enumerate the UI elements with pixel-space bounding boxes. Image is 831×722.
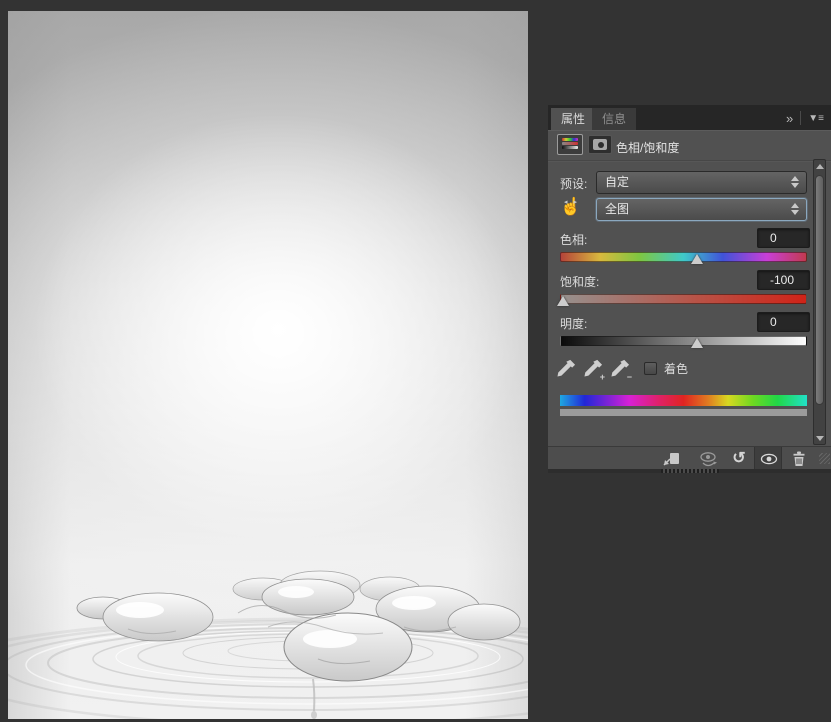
- lightness-value-box[interactable]: 0: [757, 312, 810, 332]
- preset-dropdown[interactable]: 自定: [596, 171, 807, 194]
- colorize-checkbox[interactable]: [644, 362, 657, 375]
- hue-saturation-panel-body: 色相/饱和度 预设: 自定 ◂▸☝ 全图 色相: 0 饱和度: -100: [548, 130, 831, 472]
- hue-slider-track[interactable]: [560, 252, 807, 262]
- properties-panel: 属性 信息 » ▼≡ 色相/饱和度 预设: 自定 ◂▸☝ 全图: [548, 105, 831, 472]
- scroll-up-icon[interactable]: [814, 160, 825, 172]
- preset-value: 自定: [605, 175, 629, 189]
- channel-value: 全图: [605, 202, 629, 216]
- panel-tab-bar: 属性 信息 » ▼≡: [548, 105, 831, 130]
- hue-slider-thumb[interactable]: [691, 254, 703, 264]
- panel-bottom-edge: [548, 469, 831, 473]
- lightness-label: 明度:: [560, 315, 587, 332]
- eyedropper-add-icon[interactable]: +: [581, 357, 605, 381]
- panel-title: 色相/饱和度: [616, 139, 679, 156]
- collapse-panels-icon[interactable]: »: [780, 111, 797, 126]
- lightness-slider-track[interactable]: [560, 336, 807, 346]
- water-splash-image: [8, 11, 528, 719]
- tab-properties[interactable]: 属性: [551, 108, 595, 130]
- channel-dropdown[interactable]: 全图: [596, 198, 807, 221]
- tab-info[interactable]: 信息: [592, 108, 636, 130]
- preset-label: 预设:: [560, 175, 587, 192]
- panel-toolbar: ↺: [548, 446, 831, 469]
- divider: [800, 111, 801, 125]
- saturation-value-box[interactable]: -100: [757, 270, 810, 290]
- adjusted-spectrum-bar: [560, 409, 807, 416]
- hue-saturation-adjustment-icon: [557, 134, 583, 155]
- panel-resize-grip[interactable]: [819, 453, 830, 464]
- reset-icon[interactable]: ↺: [728, 449, 750, 468]
- clip-to-layer-icon[interactable]: [660, 449, 682, 468]
- divider: [548, 160, 831, 162]
- panel-drag-handle[interactable]: [661, 469, 719, 473]
- dropdown-arrows-icon: [791, 203, 799, 215]
- delete-icon[interactable]: [788, 449, 810, 468]
- saturation-slider-thumb[interactable]: [557, 296, 569, 306]
- saturation-slider-track[interactable]: [560, 294, 807, 304]
- toggle-visibility-button[interactable]: [754, 447, 782, 470]
- colorize-label: 着色: [664, 360, 688, 377]
- panel-menu-icon[interactable]: ▼≡: [804, 113, 828, 124]
- hue-spectrum-bar: [560, 395, 807, 406]
- saturation-label: 饱和度:: [560, 273, 599, 290]
- eyedropper-icon[interactable]: [554, 357, 578, 381]
- hue-value-box[interactable]: 0: [757, 228, 810, 248]
- eyedropper-subtract-icon[interactable]: −: [608, 357, 632, 381]
- document-canvas[interactable]: [8, 11, 528, 719]
- panel-scrollbar[interactable]: [813, 159, 826, 445]
- scroll-down-icon[interactable]: [814, 432, 825, 444]
- layer-mask-icon[interactable]: [588, 135, 612, 154]
- targeted-adjustment-tool-icon[interactable]: ◂▸☝: [558, 195, 584, 221]
- dropdown-arrows-icon: [791, 176, 799, 188]
- scrollbar-thumb[interactable]: [815, 175, 824, 405]
- hue-label: 色相:: [560, 231, 587, 248]
- lightness-slider-thumb[interactable]: [691, 338, 703, 348]
- view-previous-state-icon[interactable]: [698, 449, 720, 468]
